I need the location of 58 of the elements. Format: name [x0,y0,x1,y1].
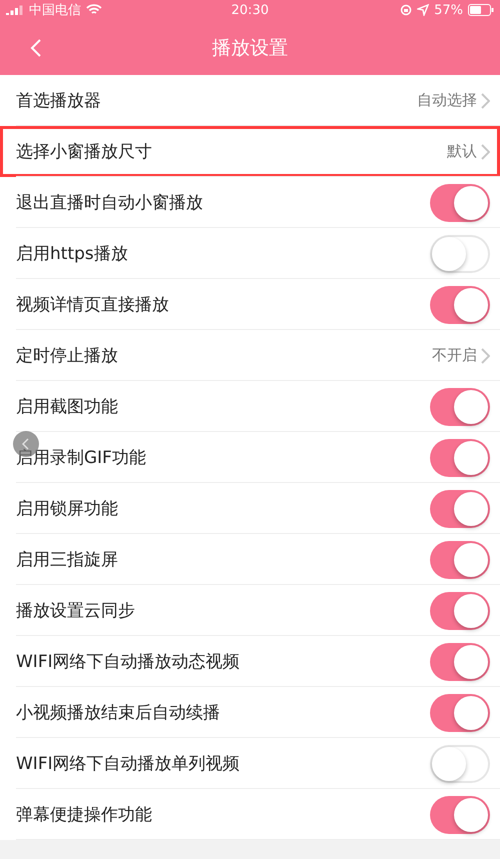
setting-label: 视频详情页直接播放 [16,294,170,316]
setting-row[interactable]: 首选播放器 自动选择 [0,75,500,126]
setting-row[interactable]: 定时停止播放 不开启 [0,330,500,381]
setting-label: 选择小窗播放尺寸 [16,141,153,163]
setting-value: 自动选择 [417,91,477,110]
battery-icon [468,4,494,16]
toggle-switch[interactable] [430,694,490,732]
setting-value: 不开启 [432,346,477,365]
highlighted-setting-row[interactable]: 选择小窗播放尺寸 默认 [0,126,500,177]
chevron-right-icon [481,348,490,364]
toggle-switch[interactable] [430,744,490,782]
setting-row[interactable]: WIFI网络下自动播放单列视频 [0,738,500,789]
setting-label: 小视频播放结束后自动续播 [16,702,221,724]
setting-row[interactable]: 启用锁屏功能 [0,483,500,534]
setting-label: WIFI网络下自动播放动态视频 [16,651,241,673]
setting-label: 启用录制GIF功能 [16,447,147,469]
toggle-switch[interactable] [430,490,490,528]
chevron-right-icon [481,92,490,108]
battery-percent: 57% [434,2,463,18]
toggle-switch[interactable] [430,438,490,476]
setting-row[interactable]: 退出直播时自动小窗播放 [0,177,500,228]
setting-label: 首选播放器 [16,90,102,112]
setting-value: 默认 [447,142,477,161]
setting-row[interactable]: 视频详情页直接播放 [0,279,500,330]
setting-row[interactable]: 启用https播放 [0,228,500,279]
setting-label: 启用https播放 [16,243,129,265]
location-arrow-icon [417,4,430,16]
setting-row[interactable]: 弹幕便捷操作功能 [0,789,500,840]
setting-label: 弹幕便捷操作功能 [16,804,153,826]
toggle-switch[interactable] [430,234,490,272]
setting-label: 启用截图功能 [16,396,119,418]
setting-label: WIFI网络下自动播放单列视频 [16,753,241,775]
page-title: 播放设置 [212,36,288,60]
setting-row[interactable]: 启用三指旋屏 [0,534,500,585]
setting-label: 启用三指旋屏 [16,549,119,571]
setting-label: 启用锁屏功能 [16,498,119,520]
chevron-left-icon [22,438,30,450]
wifi-icon [86,4,102,16]
toggle-switch[interactable] [430,796,490,834]
setting-row[interactable]: WIFI网络下自动播放动态视频 [0,636,500,687]
clock-time: 20:30 [231,2,269,18]
carrier-name: 中国电信 [29,2,81,19]
setting-label: 播放设置云同步 [16,600,136,622]
toggle-switch[interactable] [430,184,490,222]
setting-row[interactable]: 播放设置云同步 [0,585,500,636]
toggle-switch[interactable] [430,286,490,324]
setting-row[interactable]: 启用截图功能 [0,381,500,432]
toggle-switch[interactable] [430,540,490,578]
rotation-lock-icon [400,4,412,16]
chevron-right-icon [481,144,490,160]
setting-row[interactable]: 小视频播放结束后自动续播 [0,687,500,738]
toggle-switch[interactable] [430,388,490,426]
setting-label: 退出直播时自动小窗播放 [16,192,204,214]
toggle-switch[interactable] [430,642,490,680]
setting-label: 定时停止播放 [16,345,119,367]
signal-icon [6,5,24,15]
back-icon[interactable] [30,38,42,58]
toggle-switch[interactable] [430,592,490,630]
